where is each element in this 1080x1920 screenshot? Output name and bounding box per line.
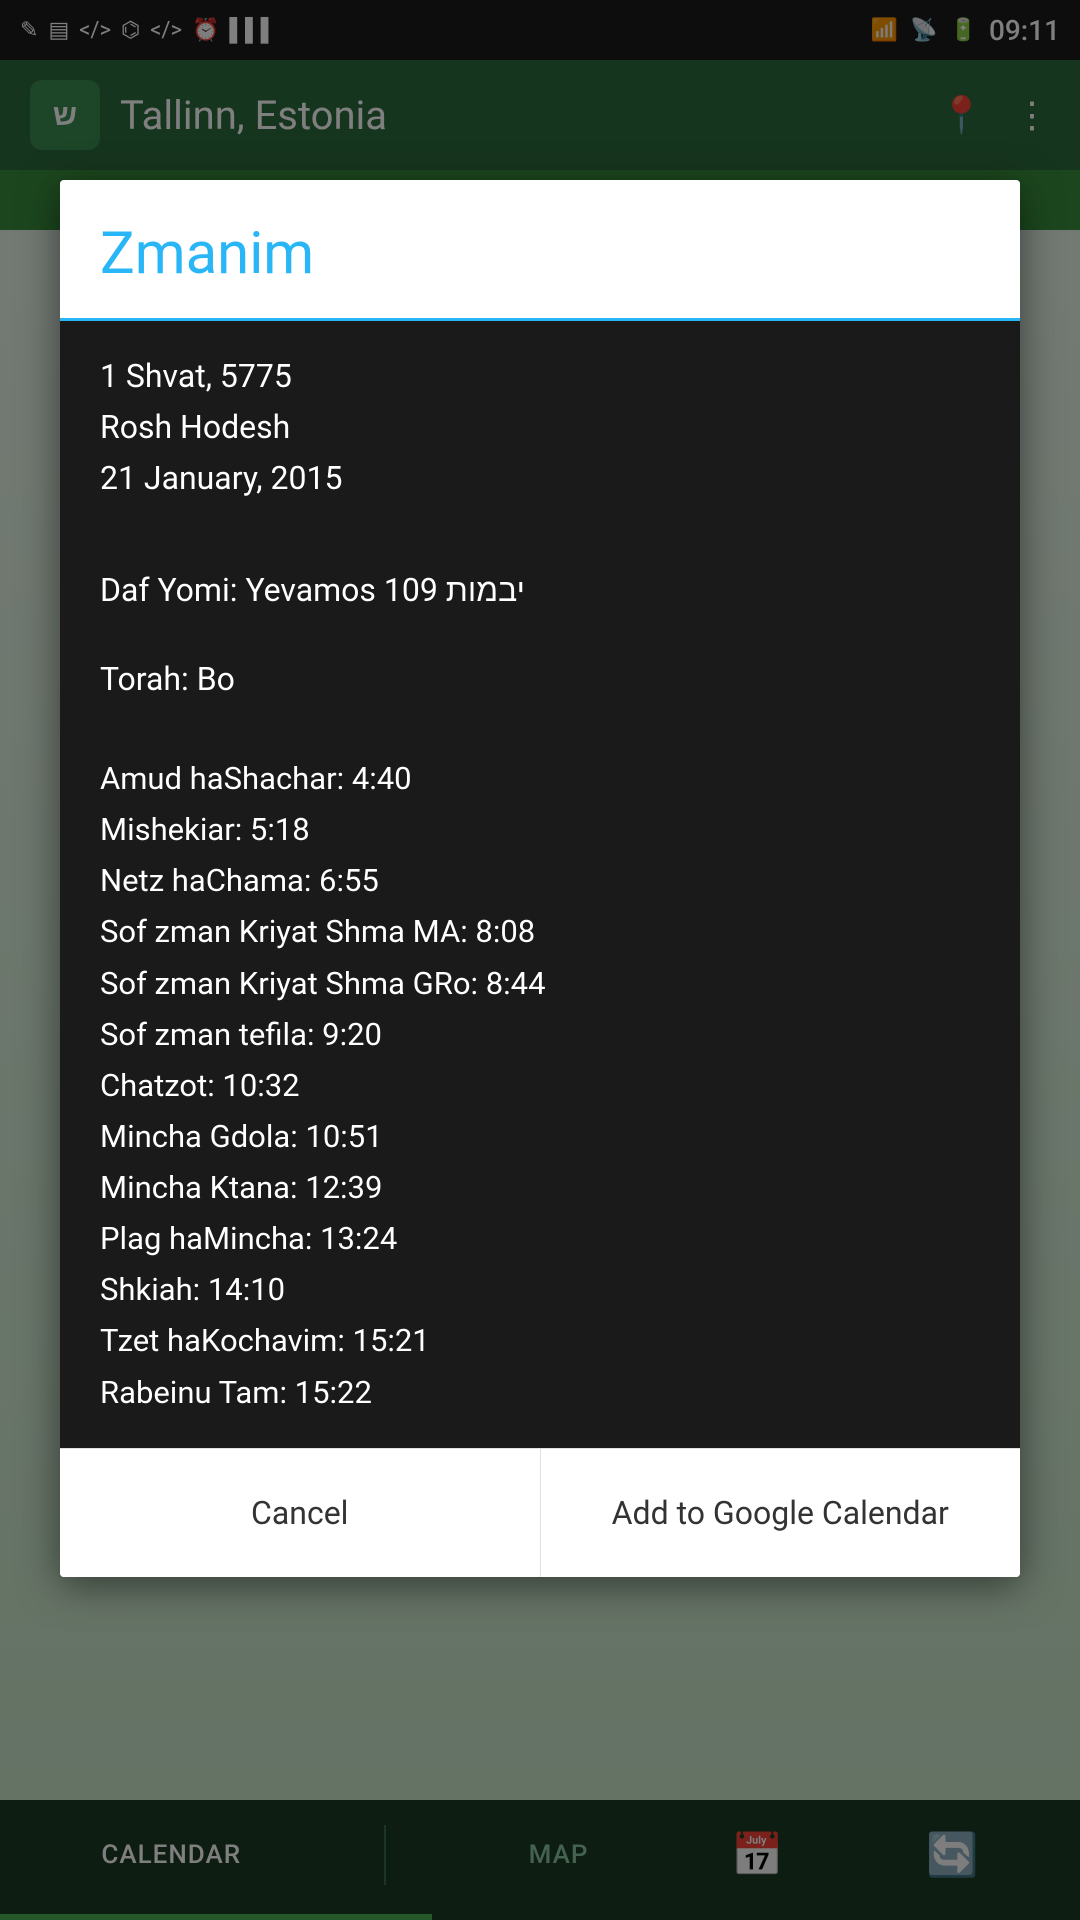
time-rabeinu-tam: Rabeinu Tam: 15:22 <box>100 1367 980 1418</box>
time-mincha-gdola: Mincha Gdola: 10:51 <box>100 1111 980 1162</box>
time-plag: Plag haMincha: 13:24 <box>100 1213 980 1264</box>
gap1 <box>100 535 980 565</box>
rosh-hodesh: Rosh Hodesh <box>100 402 980 453</box>
date-section: 1 Shvat, 5775 Rosh Hodesh 21 January, 20… <box>100 351 980 505</box>
time-mincha-ktana: Mincha Ktana: 12:39 <box>100 1162 980 1213</box>
time-chatzot: Chatzot: 10:32 <box>100 1060 980 1111</box>
daf-yomi: Daf Yomi: Yevamos 109 יבמות <box>100 565 980 616</box>
time-netz: Netz haChama: 6:55 <box>100 855 980 906</box>
cancel-button[interactable]: Cancel <box>60 1449 541 1577</box>
zmanim-dialog: Zmanim 1 Shvat, 5775 Rosh Hodesh 21 Janu… <box>60 180 1020 1577</box>
dialog-content: 1 Shvat, 5775 Rosh Hodesh 21 January, 20… <box>60 321 1020 1448</box>
time-tzet: Tzet haKochavim: 15:21 <box>100 1315 980 1366</box>
gregorian-date: 21 January, 2015 <box>100 453 980 504</box>
time-shma-ma: Sof zman Kriyat Shma MA: 8:08 <box>100 906 980 957</box>
hebrew-date: 1 Shvat, 5775 <box>100 351 980 402</box>
gap2 <box>100 624 980 654</box>
time-amud: Amud haShachar: 4:40 <box>100 753 980 804</box>
dialog-title-section: Zmanim <box>60 180 1020 321</box>
gap3 <box>100 713 980 743</box>
dialog-buttons: Cancel Add to Google Calendar <box>60 1448 1020 1577</box>
torah-portion: Torah: Bo <box>100 654 980 705</box>
time-mishekiar: Mishekiar: 5:18 <box>100 804 980 855</box>
add-calendar-button[interactable]: Add to Google Calendar <box>541 1449 1021 1577</box>
time-tefila: Sof zman tefila: 9:20 <box>100 1009 980 1060</box>
time-shkiah: Shkiah: 14:10 <box>100 1264 980 1315</box>
time-shma-gro: Sof zman Kriyat Shma GRo: 8:44 <box>100 958 980 1009</box>
dialog-title: Zmanim <box>100 220 980 288</box>
times-section: Amud haShachar: 4:40 Mishekiar: 5:18 Net… <box>100 753 980 1418</box>
